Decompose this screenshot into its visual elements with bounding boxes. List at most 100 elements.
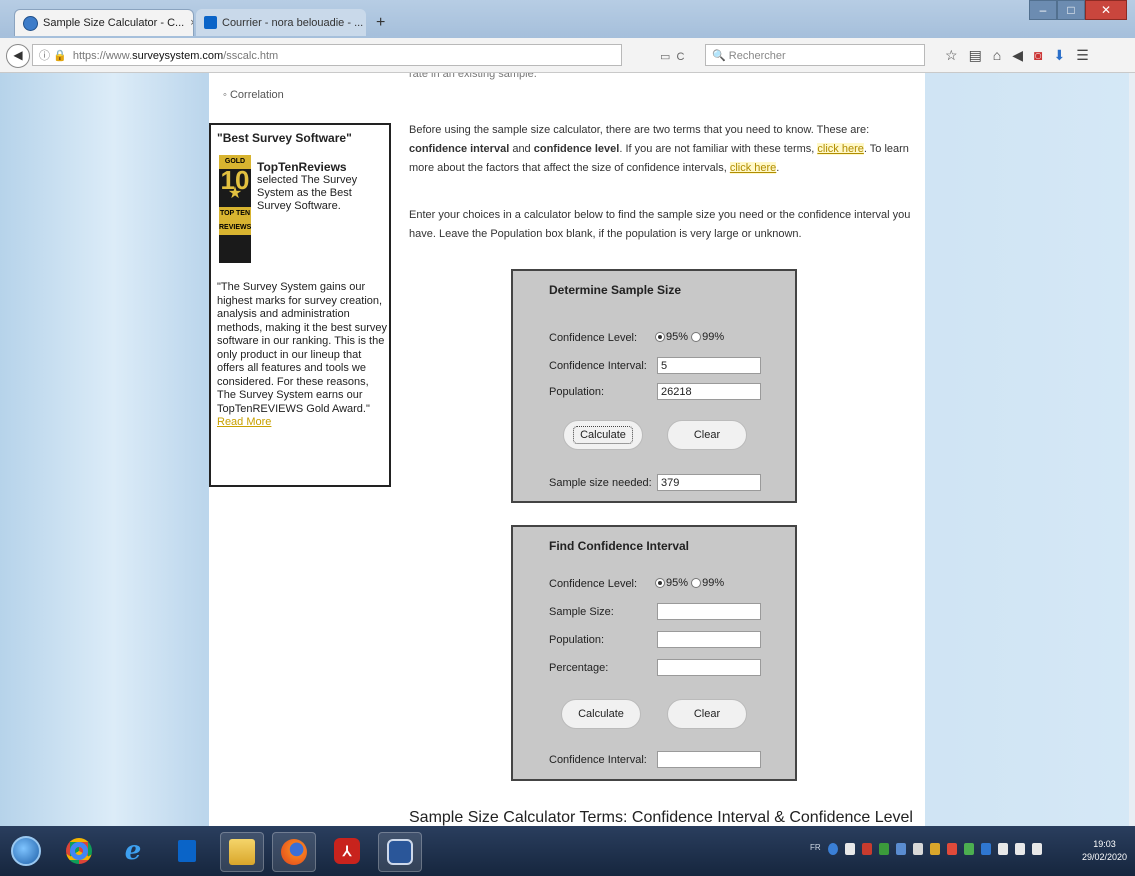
- radio-99[interactable]: [691, 578, 702, 589]
- sample-size-input[interactable]: [657, 603, 761, 620]
- read-more-link[interactable]: Read More: [217, 416, 271, 428]
- cut-off-text: rate in an existing sample.: [409, 73, 537, 80]
- taskbar-outlook[interactable]: [166, 832, 208, 870]
- taskbar-chrome[interactable]: [58, 832, 100, 870]
- text: . If you are not familiar with these ter…: [619, 143, 818, 155]
- home-icon[interactable]: ⌂: [993, 47, 1001, 64]
- taskbar-acrobat[interactable]: ⅄: [326, 832, 368, 870]
- url-path: /sscalc.htm: [223, 50, 279, 62]
- radio-95[interactable]: [655, 332, 665, 343]
- internet-explorer-icon: e: [124, 836, 142, 866]
- radio-99[interactable]: [691, 332, 702, 343]
- confidence-interval-input[interactable]: 5: [657, 357, 761, 374]
- clock[interactable]: 19:03 29/02/2020: [1082, 838, 1127, 864]
- start-button[interactable]: [4, 832, 48, 870]
- star-icon[interactable]: ☆: [945, 47, 958, 64]
- option-label: 99%: [702, 331, 725, 343]
- taskbar-file-explorer[interactable]: [220, 832, 264, 872]
- tray-icon[interactable]: [895, 843, 906, 855]
- option-label: 95%: [666, 577, 689, 589]
- acrobat-icon: ⅄: [334, 838, 360, 864]
- url-prefix: https://www.: [72, 50, 133, 62]
- award-blurb-text: selected The Survey System as the Best S…: [257, 174, 358, 212]
- sample-size-needed-label: Sample size needed:: [549, 477, 652, 489]
- percentage-input[interactable]: [657, 659, 761, 676]
- search-box[interactable]: 🔍 Rechercher: [705, 44, 925, 66]
- calculate-button[interactable]: Calculate: [561, 699, 641, 729]
- volume-icon[interactable]: [1014, 843, 1025, 855]
- taskbar-word[interactable]: [378, 832, 422, 872]
- tab-close-icon[interactable]: ×: [184, 17, 193, 29]
- term-confidence-level: confidence level: [533, 143, 620, 155]
- award-quote: "The Survey System gains our highest mar…: [217, 281, 387, 430]
- firefox-icon: [281, 839, 307, 865]
- tab-courrier[interactable]: Courrier - nora belouadie - ... ×: [196, 9, 366, 36]
- network-icon[interactable]: [1031, 843, 1042, 855]
- tray-icon[interactable]: [963, 843, 974, 855]
- outlook-icon: [178, 840, 196, 862]
- tray-icon[interactable]: [946, 843, 957, 855]
- tray-icon[interactable]: [844, 843, 855, 855]
- confidence-interval-label: Confidence Interval:: [549, 754, 647, 766]
- percentage-label: Percentage:: [549, 662, 609, 674]
- text: and: [509, 143, 534, 155]
- calculator-title: Find Confidence Interval: [549, 539, 690, 553]
- maximize-button[interactable]: □: [1057, 0, 1085, 20]
- download-icon[interactable]: ⬇: [1054, 47, 1066, 64]
- award-quote-text: "The Survey System gains our highest mar…: [217, 281, 387, 415]
- sidebar-link-correlation[interactable]: ◦ Correlation: [223, 89, 284, 101]
- tray-icon[interactable]: [861, 843, 872, 855]
- chrome-icon: [66, 838, 92, 864]
- clock-date: 29/02/2020: [1081, 852, 1127, 862]
- reading-list-icon[interactable]: ▤: [969, 47, 982, 64]
- pocket-icon[interactable]: ◙: [1034, 47, 1042, 64]
- tray-icon[interactable]: [980, 843, 991, 855]
- flag-icon[interactable]: [997, 843, 1008, 855]
- intro-paragraph: Before using the sample size calculator,…: [409, 121, 914, 178]
- taskbar-internet-explorer[interactable]: e: [112, 832, 154, 870]
- badge-reviews-label: TOP TEN REVIEWS: [219, 207, 251, 235]
- page-scrollbar[interactable]: [1129, 73, 1135, 826]
- reload-icon[interactable]: C: [677, 51, 685, 63]
- tray-icon[interactable]: [878, 843, 889, 855]
- address-bar[interactable]: ⓘ 🔒 https://www.surveysystem.com/sscalc.…: [32, 44, 622, 66]
- radio-95[interactable]: [655, 578, 665, 589]
- file-explorer-icon: [229, 839, 255, 865]
- tray-icon[interactable]: [929, 843, 940, 855]
- tab-close-icon[interactable]: ×: [363, 17, 366, 29]
- send-icon[interactable]: ◀: [1012, 47, 1023, 64]
- taskbar-firefox[interactable]: [272, 832, 316, 872]
- sample-size-label: Sample Size:: [549, 606, 614, 618]
- click-here-link-factors[interactable]: click here: [729, 162, 777, 174]
- tab-sample-size-calculator[interactable]: Sample Size Calculator - C... ×: [14, 9, 194, 36]
- bullet-icon: ◦: [223, 89, 230, 101]
- tray-icon[interactable]: [912, 843, 923, 855]
- back-arrow-icon: ◀: [13, 48, 23, 62]
- sample-size-needed-output[interactable]: 379: [657, 474, 761, 491]
- new-tab-button[interactable]: +: [376, 14, 385, 32]
- back-button[interactable]: ◀: [6, 44, 30, 68]
- button-label: Clear: [693, 708, 721, 720]
- reader-view-icon[interactable]: ▭: [660, 51, 670, 63]
- close-window-button[interactable]: ✕: [1085, 0, 1127, 20]
- help-icon[interactable]: [827, 843, 838, 855]
- calculate-button[interactable]: Calculate: [563, 420, 643, 450]
- system-tray: FR: [810, 843, 1042, 855]
- window-controls: – □ ✕: [1029, 0, 1127, 20]
- clear-button[interactable]: Clear: [667, 420, 747, 450]
- confidence-interval-output[interactable]: [657, 751, 761, 768]
- minimize-button[interactable]: –: [1029, 0, 1057, 20]
- windows-taskbar: e ⅄ FR 19:03 29/02/2020: [0, 826, 1135, 876]
- click-here-link-terms[interactable]: click here: [817, 143, 864, 155]
- page-viewport: ◦ Correlation "Best Survey Software" GOL…: [0, 73, 1135, 826]
- sidebar-link-label: Correlation: [229, 89, 284, 101]
- population-input[interactable]: 26218: [657, 383, 761, 400]
- clear-button[interactable]: Clear: [667, 699, 747, 729]
- menu-icon[interactable]: ☰: [1076, 47, 1089, 64]
- language-indicator[interactable]: FR: [810, 843, 821, 855]
- browser-toolbar-icons: ☆ ▤ ⌂ ◀ ◙ ⬇ ☰: [945, 47, 1089, 64]
- browser-tab-strip: Sample Size Calculator - C... × Courrier…: [0, 0, 1135, 38]
- population-input[interactable]: [657, 631, 761, 648]
- confidence-level-options: 95% 99%: [655, 577, 724, 589]
- sample-size-calculator: Determine Sample Size Confidence Level: …: [511, 269, 797, 503]
